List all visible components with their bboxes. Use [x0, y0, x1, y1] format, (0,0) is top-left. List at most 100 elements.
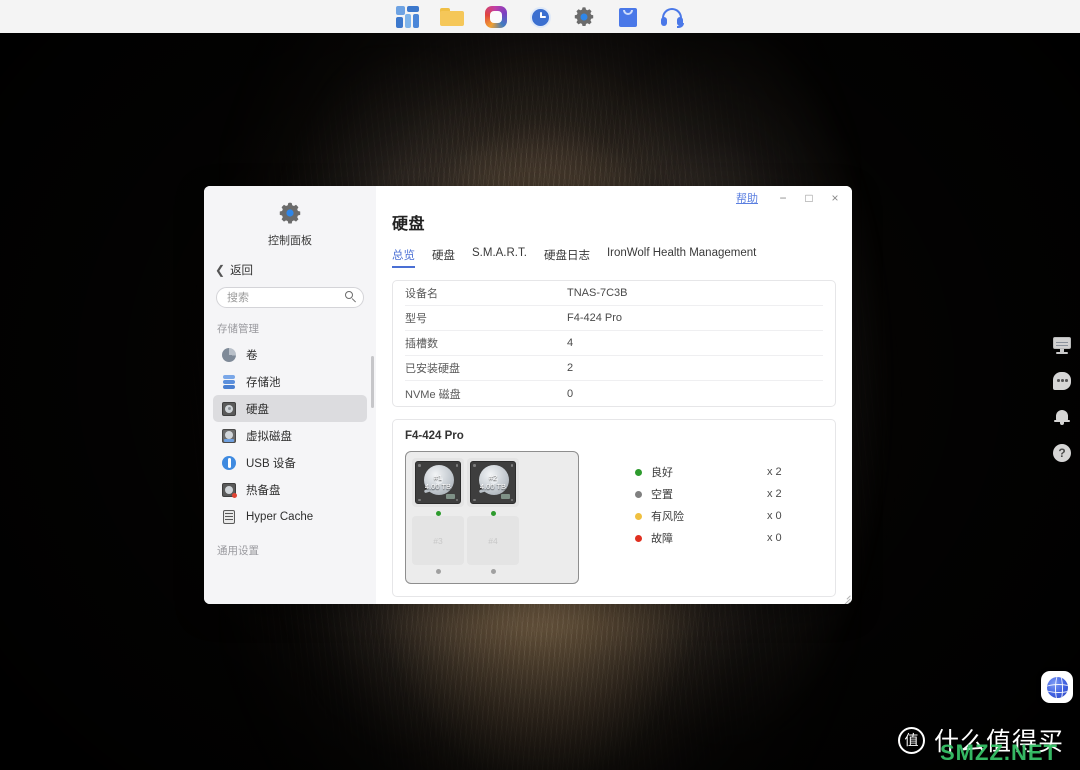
sidebar-item-hyper-cache[interactable]: Hyper Cache: [213, 503, 367, 530]
usb-device-icon: [221, 455, 237, 471]
legend-label: 有风险: [651, 511, 684, 523]
chat-icon[interactable]: [1053, 372, 1071, 390]
sidebar-item-storage-pool[interactable]: 存储池: [213, 368, 367, 395]
tab-disk-log[interactable]: 硬盘日志: [544, 247, 590, 268]
virtual-disk-icon: [221, 428, 237, 444]
disk-slot-2[interactable]: #2 4.00 TB: [467, 458, 519, 516]
file-manager-icon[interactable]: [439, 4, 465, 30]
hot-spare-icon: [221, 482, 237, 498]
status-dot-failed: [635, 534, 642, 542]
taskbar: [0, 0, 1080, 33]
legend-count: x 2: [767, 488, 782, 500]
sidebar-item-usb-device[interactable]: USB 设备: [213, 449, 367, 476]
photos-icon[interactable]: [483, 4, 509, 30]
status-dot-empty: [635, 490, 642, 498]
info-value: F4-424 Pro: [567, 312, 623, 324]
disk-slot-4[interactable]: #4: [467, 516, 519, 574]
hyper-cache-icon: [221, 509, 237, 525]
sidebar-section-general-label: 通用设置: [217, 545, 259, 557]
disk-slot-3[interactable]: #3: [412, 516, 464, 574]
window-titlebar: 帮助 − □ ×: [736, 186, 852, 210]
slot-id: #2: [488, 473, 498, 482]
sidebar-item-label: Hyper Cache: [246, 510, 314, 523]
disk-slot-face: #3: [412, 516, 464, 565]
sidebar-item-label: USB 设备: [246, 457, 296, 470]
help-icon[interactable]: ?: [1053, 444, 1071, 462]
status-legend: 良好 x 2 空置 x 2 有风险 x 0 故障 x 0: [635, 451, 782, 584]
network-globe-icon[interactable]: [1041, 671, 1073, 703]
sidebar-section-storage-label: 存储管理: [217, 323, 259, 335]
tab-overview[interactable]: 总览: [392, 247, 415, 268]
back-button[interactable]: ❮ 返回: [204, 248, 376, 278]
control-panel-icon[interactable]: [571, 4, 597, 30]
sidebar-item-virtual-disk[interactable]: 虚拟磁盘: [213, 422, 367, 449]
sidebar-item-disk[interactable]: 硬盘: [213, 395, 367, 422]
bell-icon[interactable]: [1053, 408, 1071, 426]
legend-label: 良好: [651, 467, 673, 479]
resize-grip[interactable]: [839, 591, 851, 604]
info-key: 插槽数: [405, 338, 438, 350]
sidebar-app-title: 控制面板: [268, 235, 312, 247]
slot-id: #1: [433, 473, 443, 482]
info-value: 2: [567, 362, 574, 374]
app-store-icon[interactable]: [615, 4, 641, 30]
sidebar-item-label: 热备盘: [246, 484, 281, 497]
sidebar-app-header: 控制面板: [204, 186, 376, 248]
help-link[interactable]: 帮助: [736, 190, 758, 206]
watermark-overlay: SMZZ.NET: [940, 740, 1058, 765]
search-icon[interactable]: [345, 291, 356, 303]
chassis-diagram: #1 4.00 TB #2 4.00 TB #3 #4: [405, 451, 579, 584]
info-key: 已安装硬盘: [405, 363, 460, 375]
volume-icon: [221, 347, 237, 363]
bay-body: #1 4.00 TB #2 4.00 TB #3 #4 良好 x 2 空置 x …: [405, 451, 823, 584]
control-panel-window: 帮助 − □ × 控制面板 ❮ 返回 存储管理: [204, 186, 852, 604]
table-row: 插槽数 4: [405, 331, 823, 356]
tab-smart[interactable]: S.M.A.R.T.: [472, 247, 527, 268]
slot-capacity: 4.00 TB: [479, 482, 507, 491]
disk-slot-face: #2 4.00 TB: [467, 458, 519, 507]
sidebar-item-hot-spare[interactable]: 热备盘: [213, 476, 367, 503]
sidebar-item-volume[interactable]: 卷: [213, 341, 367, 368]
slot-id: #3: [433, 535, 443, 546]
watermark-badge: 值: [897, 726, 925, 754]
info-value: 0: [567, 387, 574, 400]
storage-pool-icon: [221, 374, 237, 390]
search-input[interactable]: [216, 287, 364, 308]
slot-capacity: 4.00 TB: [424, 482, 452, 491]
sidebar-item-label: 虚拟磁盘: [246, 430, 292, 443]
maximize-button[interactable]: □: [796, 187, 822, 209]
tab-ironwolf-health[interactable]: IronWolf Health Management: [607, 247, 756, 268]
tab-disk[interactable]: 硬盘: [432, 247, 455, 268]
sidebar-scrollbar[interactable]: [371, 356, 374, 408]
slot-status-led: [435, 569, 441, 574]
info-value: 4: [567, 337, 574, 349]
info-key: 设备名: [405, 288, 438, 300]
disk-slot-face: #4: [467, 516, 519, 565]
sidebar: 控制面板 ❮ 返回 存储管理 卷 存储池 硬盘: [204, 186, 376, 604]
legend-row: 有风险 x 0: [635, 505, 782, 527]
gear-icon: [204, 200, 376, 226]
hdd-icon: #2 4.00 TB: [470, 461, 516, 504]
table-row: 设备名 TNAS-7C3B: [405, 281, 823, 306]
info-value: TNAS-7C3B: [567, 287, 628, 299]
legend-label: 空置: [651, 489, 673, 501]
legend-row: 空置 x 2: [635, 483, 782, 505]
legend-count: x 0: [767, 532, 782, 544]
close-button[interactable]: ×: [822, 187, 848, 209]
chevron-left-icon: ❮: [215, 263, 226, 277]
search-box: [216, 287, 364, 308]
minimize-button[interactable]: −: [770, 187, 796, 209]
legend-row: 故障 x 0: [635, 527, 782, 549]
dashboard-icon[interactable]: [395, 4, 421, 30]
table-row: 已安装硬盘 2: [405, 356, 823, 381]
legend-row: 良好 x 2: [635, 461, 782, 483]
support-icon[interactable]: [659, 4, 685, 30]
sidebar-item-label: 卷: [246, 349, 258, 362]
disk-slot-1[interactable]: #1 4.00 TB: [412, 458, 464, 516]
clock-icon[interactable]: [527, 4, 553, 30]
status-dot-good: [635, 468, 642, 476]
monitor-icon[interactable]: [1053, 336, 1071, 354]
legend-label: 故障: [651, 533, 673, 545]
legend-count: x 0: [767, 510, 782, 522]
status-dot-at-risk: [635, 512, 642, 520]
